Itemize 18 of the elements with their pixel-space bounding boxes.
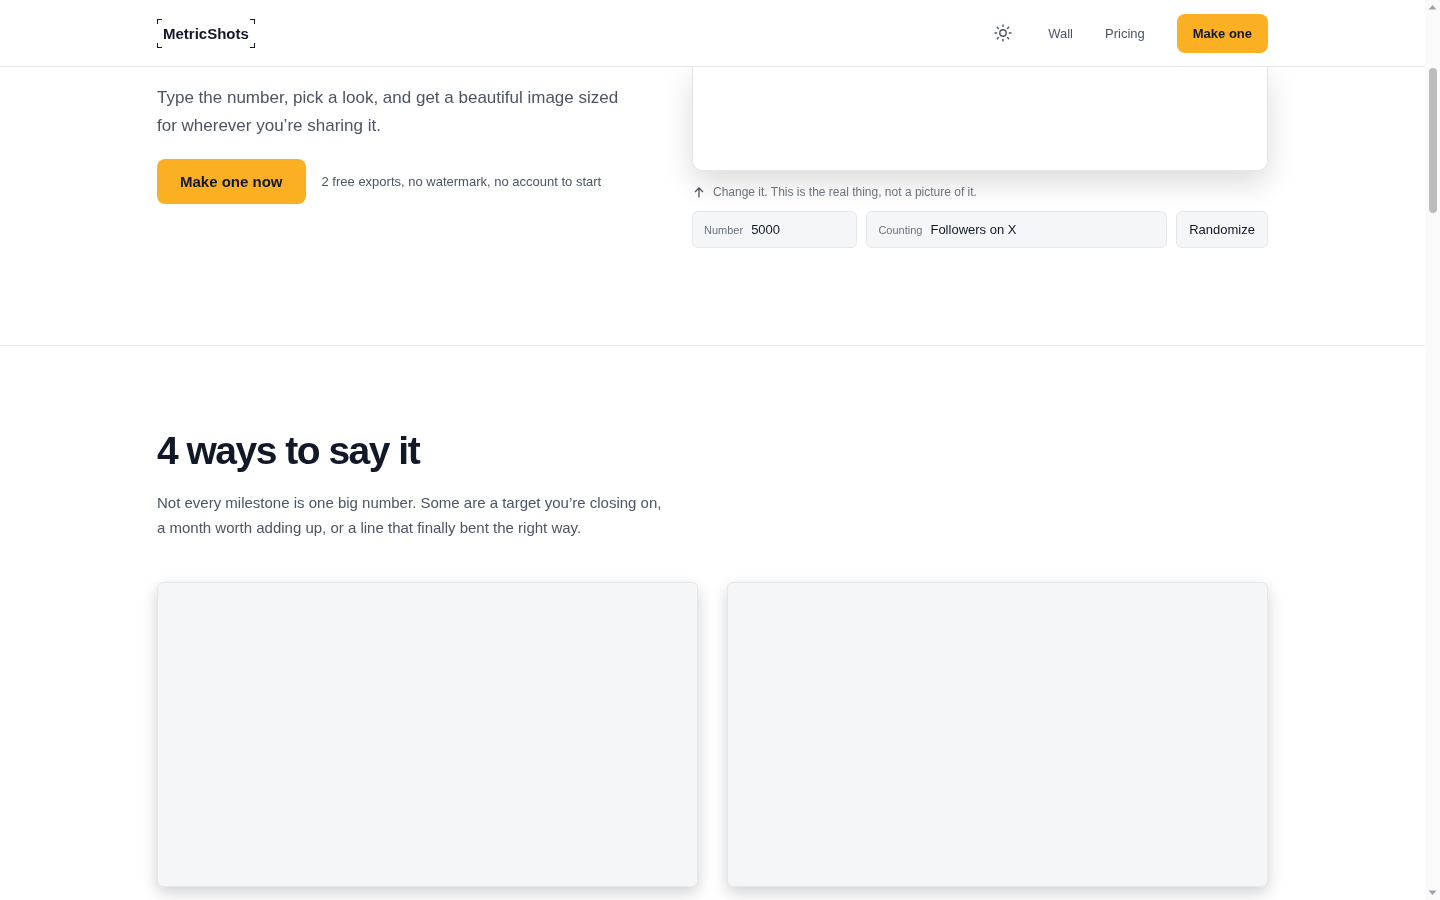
input-field[interactable]: Number 5000 [692, 211, 858, 248]
nav-link[interactable]: Wall [1048, 25, 1073, 41]
hero-text: Type the number, pick a look, and get a beautiful image sized for wherever you’re sharing it. [157, 87, 620, 137]
nav-link[interactable]: Pricing [1105, 25, 1145, 41]
section-text: Not every milestone is one big number. Some are a target you’re closing on, a month worth adding up, or a line that finally bent the right way. [157, 493, 663, 538]
input-field[interactable]: Counting Followers on X [866, 211, 1168, 248]
make-one-now-button[interactable]: Make one now [157, 159, 306, 204]
arrow-up-icon [694, 186, 704, 198]
make-one-button[interactable]: Make one [1176, 13, 1268, 53]
randomize-button[interactable]: Randomize [1176, 211, 1268, 248]
scrollbar-thumb[interactable] [1428, 68, 1437, 213]
section-heading: 4 ways to say it [157, 430, 421, 472]
sun-icon[interactable] [994, 24, 1013, 42]
logo[interactable]: MetricShots [157, 18, 255, 48]
hint-text: Change it. This is the real thing, not a picture of it. [713, 185, 977, 199]
scroll-down-icon[interactable] [1428, 890, 1437, 896]
cta-note: 2 free exports, no watermark, no account to start [321, 174, 602, 189]
scroll-up-icon[interactable] [1428, 4, 1437, 10]
